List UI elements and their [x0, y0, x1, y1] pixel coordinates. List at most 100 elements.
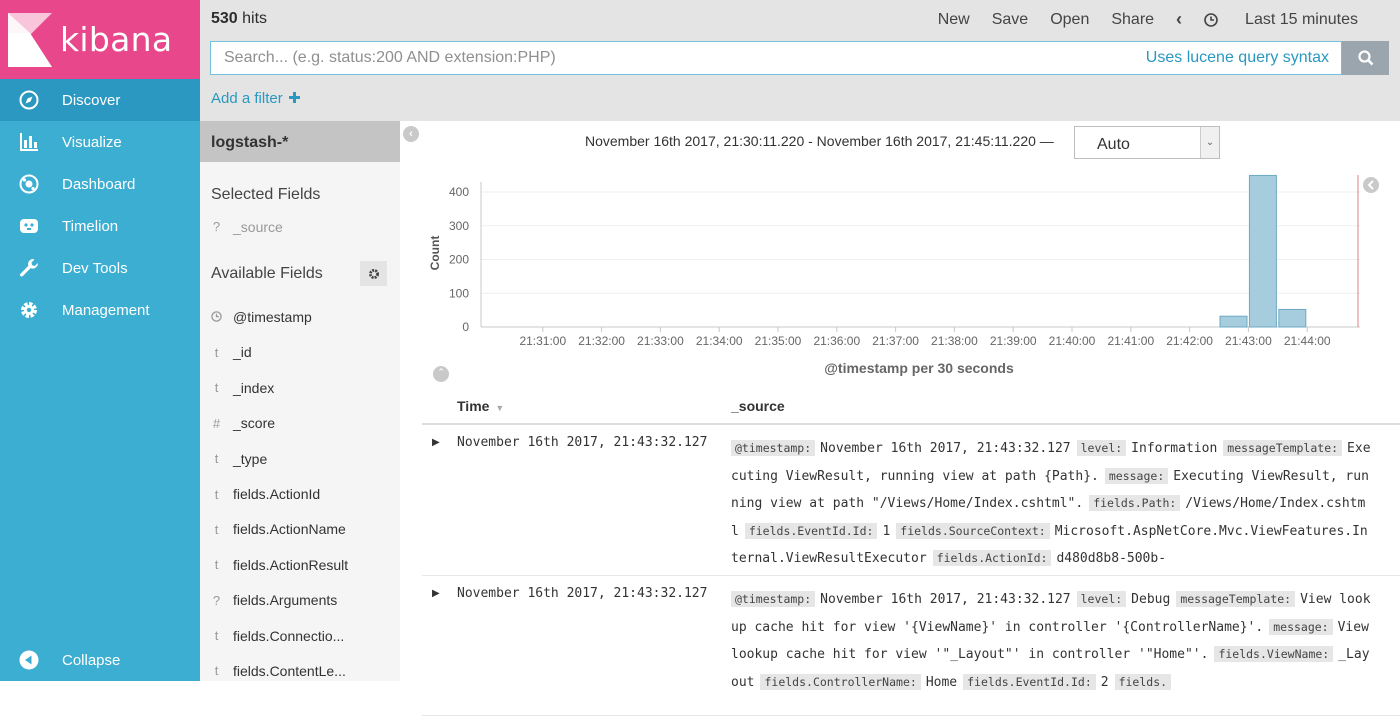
source-field-key: @timestamp:: [731, 591, 816, 607]
source-field-key: fields.Path:: [1089, 495, 1181, 511]
field-name: _source: [233, 218, 283, 235]
collapse-sidebar-icon[interactable]: ‹: [403, 126, 419, 142]
sort-desc-icon[interactable]: ▼: [495, 403, 504, 413]
field-item[interactable]: t fields.Connectio...: [200, 618, 400, 653]
expand-row-icon[interactable]: ▶: [432, 437, 440, 448]
y-tick-label: 400: [449, 185, 469, 199]
kibana-logo-icon: [8, 12, 52, 67]
hits-label: hits: [242, 10, 268, 27]
x-tick-label: 21:43:00: [1225, 334, 1272, 348]
time-range-text: November 16th 2017, 21:30:11.220 - Novem…: [585, 133, 1054, 149]
compass-icon: [18, 89, 40, 111]
nav-item-timelion[interactable]: Timelion: [0, 205, 200, 247]
chart-legend-toggle-icon: [1363, 177, 1379, 193]
table-row: ▶ November 16th 2017, 21:43:32.127 @timest…: [422, 425, 1400, 576]
field-item[interactable]: t fields.ActionResult: [200, 547, 400, 582]
source-field-value: Home: [925, 674, 958, 690]
field-item[interactable]: # _score: [200, 406, 400, 441]
app-name: kibana: [60, 20, 173, 59]
source-field-key: message:: [1269, 618, 1333, 635]
field-item[interactable]: ? fields.Arguments: [200, 583, 400, 618]
source-field-key: level:: [1076, 440, 1127, 456]
nav-item-dashboard[interactable]: Dashboard: [0, 163, 200, 205]
field-type-icon: t: [214, 628, 219, 644]
y-tick-label: 100: [449, 286, 469, 300]
x-axis-label: @timestamp per 30 seconds: [824, 360, 1014, 376]
field-item[interactable]: @timestamp: [200, 299, 400, 334]
nav-item-discover[interactable]: Discover: [0, 79, 200, 121]
x-tick-label: 21:40:00: [1049, 334, 1096, 348]
field-item[interactable]: t fields.ContentLe...: [200, 653, 400, 681]
x-tick-label: 21:38:00: [931, 334, 978, 348]
x-tick-label: 21:42:00: [1166, 334, 1213, 348]
x-tick-label: 21:39:00: [990, 334, 1037, 348]
x-tick-label: 21:32:00: [578, 334, 625, 348]
hits-count: 530 hits: [211, 10, 267, 28]
timelion-icon: [18, 215, 40, 237]
nav-item-label: Dev Tools: [62, 259, 128, 277]
nav-item-label: Timelion: [62, 217, 119, 235]
interval-value: Auto: [1097, 136, 1130, 153]
x-tick-label: 21:36:00: [813, 334, 860, 348]
add-filter-button[interactable]: Add a filter: [211, 90, 300, 107]
source-field-value: Debug: [1131, 592, 1171, 607]
kibana-logo[interactable]: kibana: [0, 0, 200, 79]
histogram-bar: [1219, 315, 1248, 328]
search-input[interactable]: Search... (e.g. status:200 AND extension…: [210, 41, 1342, 75]
chevron-left-icon[interactable]: ‹: [1176, 9, 1182, 30]
field-name: _id: [233, 344, 252, 361]
open-button[interactable]: Open: [1050, 11, 1089, 29]
time-column-header[interactable]: Time ▼: [457, 398, 504, 414]
nav-item-visualize[interactable]: Visualize: [0, 121, 200, 163]
x-tick-label: 21:33:00: [637, 334, 684, 348]
search-icon: [1357, 50, 1373, 66]
gear-icon: [18, 299, 40, 321]
time-picker-button[interactable]: Last 15 minutes: [1204, 11, 1358, 29]
field-item[interactable]: t _type: [200, 441, 400, 476]
field-item[interactable]: t _id: [200, 335, 400, 370]
nav-item-label: Visualize: [62, 133, 122, 151]
source-field-value: d480d8b8-500b-: [1056, 551, 1167, 566]
expand-row-icon[interactable]: ▶: [432, 588, 440, 599]
source-field-key: fields.ControllerName:: [760, 673, 921, 690]
y-tick-label: 0: [462, 320, 469, 334]
field-item[interactable]: t fields.ActionId: [200, 476, 400, 511]
selected-fields-heading: Selected Fields: [211, 186, 321, 203]
interval-select[interactable]: Auto ⌄: [1074, 126, 1220, 159]
source-field-key: fields.ActionId:: [932, 550, 1052, 566]
row-time: November 16th 2017, 21:43:32.127: [457, 586, 708, 601]
search-placeholder: Search... (e.g. status:200 AND extension…: [224, 49, 556, 66]
dashboard-icon: [18, 173, 40, 195]
new-button[interactable]: New: [938, 11, 970, 29]
search-button[interactable]: [1342, 41, 1389, 75]
doc-table-header: Time ▼ _source: [422, 389, 1400, 425]
source-field-value: 2: [1100, 674, 1109, 690]
save-button[interactable]: Save: [992, 11, 1028, 29]
nav-item-management[interactable]: Management: [0, 289, 200, 331]
chevron-down-icon: ⌄: [1200, 127, 1219, 158]
share-button[interactable]: Share: [1111, 11, 1154, 29]
histogram-bar: [1248, 174, 1277, 328]
lucene-syntax-link[interactable]: Uses lucene query syntax: [1146, 49, 1329, 67]
field-item[interactable]: t _index: [200, 370, 400, 405]
field-name: fields.Arguments: [233, 592, 338, 609]
x-tick-label: 21:35:00: [755, 334, 802, 348]
field-item[interactable]: t fields.ActionName: [200, 512, 400, 547]
discover-main: ‹ November 16th 2017, 21:30:11.220 - Nov…: [400, 121, 1400, 716]
field-name: fields.ActionName: [233, 521, 346, 538]
nav-item-dev-tools[interactable]: Dev Tools: [0, 247, 200, 289]
source-field-key: fields.SourceContext:: [896, 522, 1050, 539]
index-pattern-selector[interactable]: logstash-*: [200, 121, 400, 162]
field-type-icon: t: [214, 344, 219, 360]
y-tick-label: 200: [449, 253, 469, 267]
field-name: fields.Connectio...: [233, 627, 345, 644]
source-field-key: fields.EventId.Id:: [744, 522, 878, 539]
selected-field-item[interactable]: ? _source: [200, 209, 400, 244]
field-type-icon: t: [214, 486, 219, 502]
wrench-icon: [18, 257, 40, 279]
field-settings-gear-icon[interactable]: [360, 261, 387, 287]
collapse-chart-icon[interactable]: ˆ: [433, 366, 449, 382]
collapse-button[interactable]: Collapse: [0, 639, 200, 681]
x-tick-label: 21:37:00: [872, 334, 919, 348]
source-field-key: message:: [1104, 467, 1169, 484]
